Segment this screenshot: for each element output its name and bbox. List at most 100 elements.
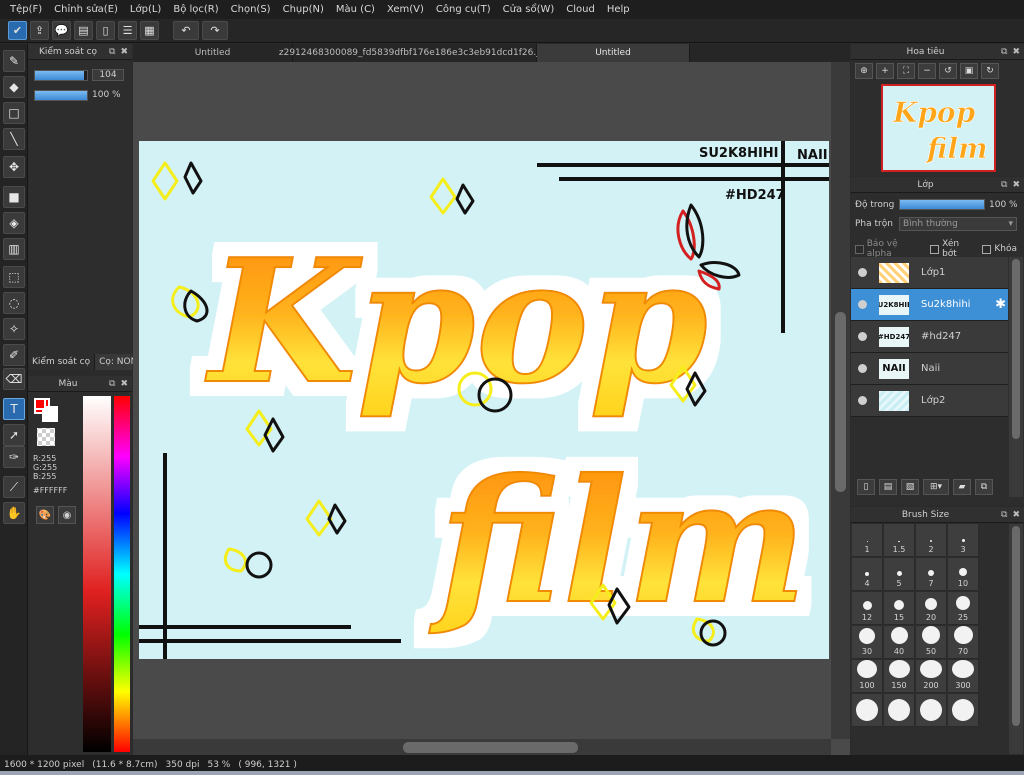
saturation-value-picker[interactable] <box>83 396 111 752</box>
eyedropper-tool-icon[interactable]: ✑ <box>3 446 25 468</box>
menu-filter[interactable]: Bộ lọc(R) <box>167 0 224 19</box>
float-panel-icon[interactable]: ⧉ <box>1001 47 1007 57</box>
add-layer-menu-icon[interactable]: ⊞▾ <box>923 479 949 495</box>
note-icon[interactable]: ▤ <box>74 21 93 40</box>
menu-view[interactable]: Xem(V) <box>381 0 430 19</box>
list-icon[interactable]: ☰ <box>118 21 137 40</box>
brush-size-option[interactable]: 1 <box>852 524 883 557</box>
close-icon[interactable]: ✖ <box>120 47 128 57</box>
brush-size-option[interactable]: 40 <box>884 626 915 659</box>
brush-size-option[interactable]: 100 <box>852 660 883 693</box>
protect-alpha-checkbox[interactable]: Bảo vệ alpha <box>855 239 923 259</box>
visibility-icon[interactable] <box>858 268 867 277</box>
zoom-in-icon[interactable]: + <box>876 63 894 79</box>
fill-rect-tool-icon[interactable]: ■ <box>3 186 25 208</box>
redo-icon[interactable]: ↷ <box>202 21 228 40</box>
blend-mode-select[interactable]: Bình thường ▾ <box>899 217 1017 231</box>
brush-size-scrollbar[interactable] <box>1009 524 1023 754</box>
new-layer-icon[interactable]: ▯ <box>857 479 875 495</box>
layer-row[interactable]: NAII Naii <box>851 353 1008 385</box>
close-icon[interactable]: ✖ <box>1012 47 1020 57</box>
brush-size-option[interactable]: 1.5 <box>884 524 915 557</box>
tab-jpg-file[interactable]: z2912468300089_fd5839dfbf176e186e3c3eb91… <box>279 44 550 62</box>
magic-wand-tool-icon[interactable]: ✧ <box>3 318 25 340</box>
brush-size-option[interactable]: 25 <box>948 592 979 625</box>
brush-opacity-slider[interactable]: 100 % <box>34 89 124 101</box>
float-panel-icon[interactable]: ⧉ <box>1001 180 1007 190</box>
layer-row[interactable]: #HD247 #hd247 <box>851 321 1008 353</box>
menu-window[interactable]: Cửa sổ(W) <box>497 0 561 19</box>
float-panel-icon[interactable]: ⧉ <box>1001 510 1007 520</box>
brush-size-value[interactable]: 104 <box>92 69 124 81</box>
brush-size-option[interactable]: 2 <box>916 524 947 557</box>
duplicate-layer-icon[interactable]: ⧉ <box>975 479 993 495</box>
brush-size-option[interactable]: 10 <box>948 558 979 591</box>
layer-opacity-slider[interactable] <box>899 199 985 210</box>
lasso-tool-icon[interactable]: ◌ <box>3 292 25 314</box>
menu-edit[interactable]: Chỉnh sửa(E) <box>48 0 124 19</box>
fit-window-icon[interactable]: ⛶ <box>897 63 915 79</box>
folder-icon[interactable]: ▰ <box>953 479 971 495</box>
menu-layer[interactable]: Lớp(L) <box>124 0 167 19</box>
color-picker-icon[interactable]: ◉ <box>58 506 76 524</box>
brush-size-option[interactable] <box>948 694 979 727</box>
brush-size-option[interactable]: 4 <box>852 558 883 591</box>
brush-tool-icon[interactable]: ✎ <box>3 50 25 72</box>
eraser-tool-icon[interactable]: ◆ <box>3 76 25 98</box>
brush-size-option[interactable]: 30 <box>852 626 883 659</box>
menu-color[interactable]: Màu (C) <box>330 0 381 19</box>
layer-row[interactable]: Lớp2 <box>851 385 1008 417</box>
float-panel-icon[interactable]: ⧉ <box>109 47 115 57</box>
grid-icon[interactable]: ▦ <box>140 21 159 40</box>
transparent-color-swatch[interactable] <box>37 428 55 446</box>
line-tool-icon[interactable]: ╲ <box>3 128 25 150</box>
brush-size-option[interactable]: 70 <box>948 626 979 659</box>
select-pen-tool-icon[interactable]: ✐ <box>3 344 25 366</box>
close-icon[interactable]: ✖ <box>1012 180 1020 190</box>
new-halftone-layer-icon[interactable]: ▤ <box>879 479 897 495</box>
menu-file[interactable]: Tệp(F) <box>4 0 48 19</box>
operation-tool-icon[interactable]: ➚ <box>3 424 25 446</box>
text-tool-icon[interactable]: T <box>3 398 25 420</box>
select-rect-tool-icon[interactable]: ⬚ <box>3 266 25 288</box>
gradient-tool-icon[interactable]: ▥ <box>3 238 25 260</box>
menu-help[interactable]: Help <box>601 0 636 19</box>
brush-size-option[interactable]: 15 <box>884 592 915 625</box>
layer-scrollbar[interactable] <box>1009 257 1023 497</box>
check-icon[interactable]: ✔ <box>8 21 27 40</box>
gear-icon[interactable]: ✱ <box>995 297 1006 312</box>
hand-tool-icon[interactable]: ✋ <box>3 502 25 524</box>
fullscreen-icon[interactable]: ▣ <box>960 63 978 79</box>
brush-size-option[interactable] <box>884 694 915 727</box>
navigator-preview[interactable]: Kpop film <box>881 84 996 172</box>
visibility-icon[interactable] <box>858 364 867 373</box>
palette-icon[interactable]: 🎨 <box>36 506 54 524</box>
clipping-checkbox[interactable]: Xén bớt <box>930 239 975 259</box>
page-icon[interactable]: ▯ <box>96 21 115 40</box>
close-icon[interactable]: ✖ <box>120 379 128 389</box>
brush-size-option[interactable] <box>916 694 947 727</box>
menu-select[interactable]: Chọn(S) <box>225 0 277 19</box>
brush-size-option[interactable]: 20 <box>916 592 947 625</box>
brush-size-option[interactable]: 200 <box>916 660 947 693</box>
new-vector-layer-icon[interactable]: ▧ <box>901 479 919 495</box>
bucket-tool-icon[interactable]: ◈ <box>3 212 25 234</box>
menu-cloud[interactable]: Cloud <box>560 0 601 19</box>
brush-size-option[interactable]: 12 <box>852 592 883 625</box>
tab-untitled-1[interactable]: Untitled <box>133 44 293 62</box>
zoom-fit-icon[interactable]: ⊕ <box>855 63 873 79</box>
brush-size-option[interactable]: 300 <box>948 660 979 693</box>
select-eraser-tool-icon[interactable]: ⌫ <box>3 368 25 390</box>
brush-size-option[interactable]: 7 <box>916 558 947 591</box>
brush-size-option[interactable]: 5 <box>884 558 915 591</box>
canvas-area[interactable]: Kpop film SU2K8HIHI NAII #HD247 <box>133 62 850 755</box>
brush-size-option[interactable]: 150 <box>884 660 915 693</box>
speech-bubble-icon[interactable]: 💬 <box>52 21 71 40</box>
zoom-out-icon[interactable]: − <box>918 63 936 79</box>
visibility-icon[interactable] <box>858 300 867 309</box>
visibility-icon[interactable] <box>858 396 867 405</box>
brush-size-slider[interactable]: 104 <box>34 69 124 81</box>
layer-row[interactable]: Lớp1 <box>851 257 1008 289</box>
vertical-scrollbar[interactable] <box>831 62 850 739</box>
move-tool-icon[interactable]: ✥ <box>3 156 25 178</box>
